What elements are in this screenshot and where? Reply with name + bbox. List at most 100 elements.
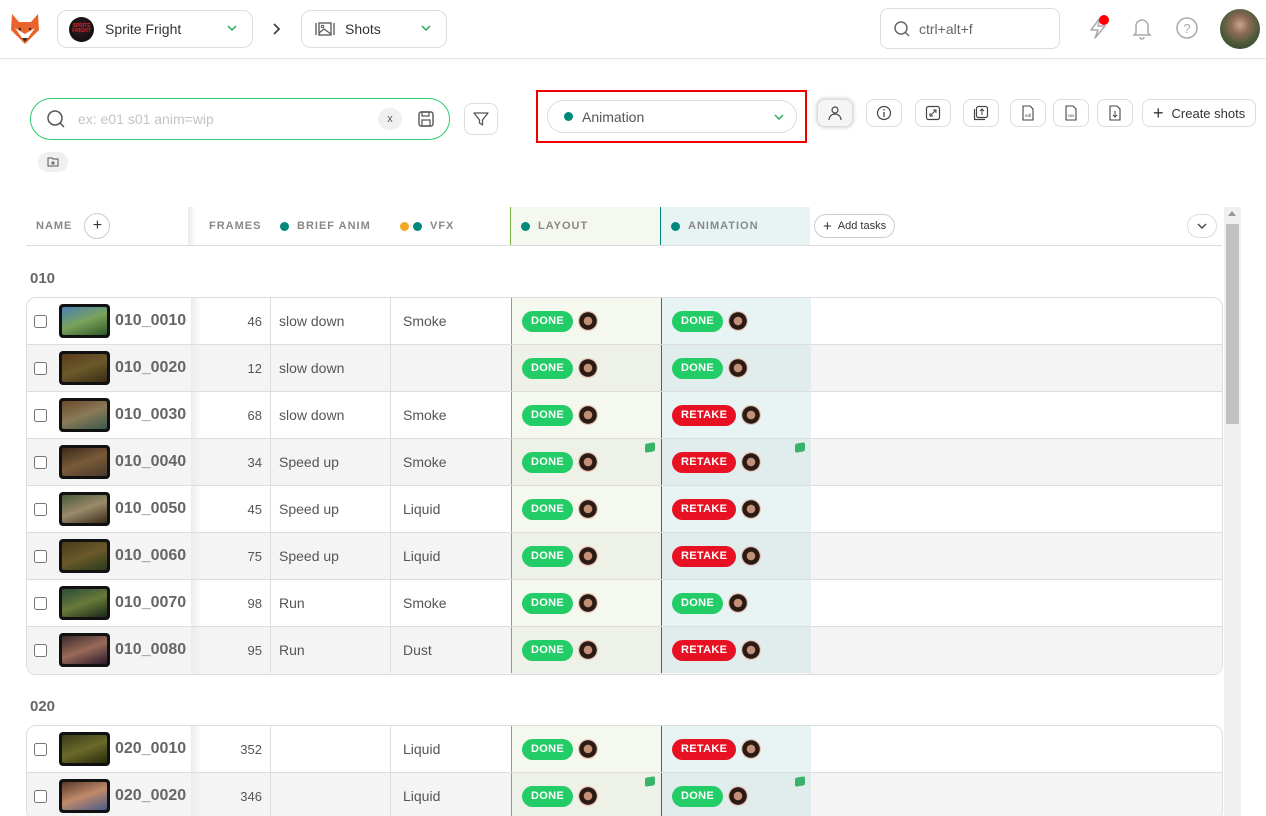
- shot-thumbnail[interactable]: [59, 492, 110, 526]
- shot-thumbnail[interactable]: [59, 398, 110, 432]
- status-badge[interactable]: DONE: [672, 592, 723, 614]
- brief-anim-cell[interactable]: slow down: [271, 345, 391, 391]
- task-type-selector[interactable]: Animation: [547, 100, 797, 133]
- vfx-cell[interactable]: Smoke: [391, 580, 511, 626]
- row-checkbox[interactable]: [34, 455, 47, 469]
- status-badge[interactable]: DONE: [522, 545, 573, 567]
- status-badge[interactable]: DONE: [672, 785, 723, 807]
- status-badge[interactable]: DONE: [522, 357, 573, 379]
- create-shots-button[interactable]: + Create shots: [1142, 99, 1256, 127]
- shot-name[interactable]: 010_0060: [115, 533, 186, 579]
- animation-task-cell[interactable]: RETAKE: [661, 392, 811, 438]
- frames-cell[interactable]: 75: [191, 533, 271, 579]
- table-row[interactable]: 010_0050 45 Speed up Liquid DONE RETAKE: [27, 486, 1222, 533]
- layout-task-cell[interactable]: DONE: [511, 439, 661, 485]
- column-layout[interactable]: LAYOUT: [510, 207, 660, 245]
- layout-task-cell[interactable]: DONE: [511, 773, 661, 816]
- table-row[interactable]: 010_0060 75 Speed up Liquid DONE RETAKE: [27, 533, 1222, 580]
- add-metadata-column-button[interactable]: +: [84, 213, 111, 239]
- brief-anim-cell[interactable]: [271, 726, 391, 772]
- export-button[interactable]: [1097, 99, 1133, 127]
- brief-anim-cell[interactable]: slow down: [271, 392, 391, 438]
- shot-name[interactable]: 010_0010: [115, 298, 186, 344]
- animation-task-cell[interactable]: DONE: [661, 298, 811, 344]
- vfx-cell[interactable]: Smoke: [391, 298, 511, 344]
- collapse-columns-button[interactable]: [1187, 214, 1217, 238]
- bell-icon[interactable]: [1129, 15, 1155, 41]
- layout-task-cell[interactable]: DONE: [511, 627, 661, 673]
- help-icon[interactable]: ?: [1174, 15, 1200, 41]
- status-badge[interactable]: DONE: [522, 451, 573, 473]
- shot-thumbnail[interactable]: [59, 351, 110, 385]
- row-checkbox[interactable]: [34, 502, 47, 516]
- shot-name[interactable]: 010_0020: [115, 345, 186, 391]
- animation-task-cell[interactable]: RETAKE: [661, 533, 811, 579]
- status-badge[interactable]: RETAKE: [672, 639, 737, 661]
- status-badge[interactable]: RETAKE: [672, 738, 737, 760]
- add-search-folder-button[interactable]: [38, 152, 68, 172]
- status-badge[interactable]: DONE: [672, 357, 723, 379]
- column-frames[interactable]: FRAMES: [209, 207, 261, 245]
- shot-name[interactable]: 010_0050: [115, 486, 186, 532]
- vfx-cell[interactable]: Smoke: [391, 392, 511, 438]
- row-checkbox[interactable]: [34, 596, 47, 610]
- status-badge[interactable]: DONE: [522, 310, 573, 332]
- shot-search-input[interactable]: [78, 111, 368, 127]
- brief-anim-cell[interactable]: Run: [271, 627, 391, 673]
- shot-thumbnail[interactable]: [59, 586, 110, 620]
- shot-name[interactable]: 020_0010: [115, 726, 186, 772]
- status-badge[interactable]: DONE: [522, 785, 573, 807]
- status-badge[interactable]: DONE: [522, 738, 573, 760]
- column-vfx[interactable]: VFX: [400, 207, 454, 245]
- frames-cell[interactable]: 12: [191, 345, 271, 391]
- column-brief-anim[interactable]: BRIEF ANIM: [280, 207, 371, 245]
- table-row[interactable]: 010_0010 46 slow down Smoke DONE DONE: [27, 298, 1222, 345]
- table-row[interactable]: 010_0030 68 slow down Smoke DONE RETAKE: [27, 392, 1222, 439]
- section-selector[interactable]: Shots: [301, 10, 447, 48]
- status-badge[interactable]: DONE: [672, 310, 723, 332]
- layout-task-cell[interactable]: DONE: [511, 726, 661, 772]
- row-checkbox[interactable]: [34, 789, 47, 803]
- layout-task-cell[interactable]: DONE: [511, 298, 661, 344]
- shot-thumbnail[interactable]: [59, 779, 110, 813]
- status-badge[interactable]: DONE: [522, 592, 573, 614]
- shot-name[interactable]: 010_0030: [115, 392, 186, 438]
- vertical-scrollbar[interactable]: [1224, 207, 1241, 816]
- animation-task-cell[interactable]: DONE: [661, 345, 811, 391]
- global-search-input[interactable]: [919, 20, 1049, 37]
- vfx-cell[interactable]: [391, 345, 511, 391]
- frames-cell[interactable]: 98: [191, 580, 271, 626]
- vfx-cell[interactable]: Liquid: [391, 533, 511, 579]
- filter-button[interactable]: [464, 103, 498, 135]
- brief-anim-cell[interactable]: slow down: [271, 298, 391, 344]
- layout-task-cell[interactable]: DONE: [511, 345, 661, 391]
- assignment-view-button[interactable]: [817, 99, 853, 127]
- vfx-cell[interactable]: Liquid: [391, 726, 511, 772]
- column-animation[interactable]: ANIMATION: [660, 207, 810, 245]
- animation-task-cell[interactable]: RETAKE: [661, 726, 811, 772]
- scrollbar-thumb[interactable]: [1226, 224, 1239, 424]
- user-avatar[interactable]: [1220, 9, 1260, 49]
- table-row[interactable]: 020_0020 346 Liquid DONE DONE: [27, 773, 1222, 816]
- import-thumbnails-button[interactable]: [963, 99, 999, 127]
- vfx-cell[interactable]: Liquid: [391, 773, 511, 816]
- add-tasks-button[interactable]: + Add tasks: [814, 214, 896, 238]
- row-checkbox[interactable]: [34, 361, 47, 375]
- brief-anim-cell[interactable]: Run: [271, 580, 391, 626]
- brief-anim-cell[interactable]: Speed up: [271, 533, 391, 579]
- status-badge[interactable]: RETAKE: [672, 404, 737, 426]
- production-selector[interactable]: SPRITE FRIGHT Sprite Fright: [57, 10, 253, 48]
- status-badge[interactable]: DONE: [522, 498, 573, 520]
- table-row[interactable]: 010_0080 95 Run Dust DONE RETAKE: [27, 627, 1222, 674]
- layout-task-cell[interactable]: DONE: [511, 533, 661, 579]
- vfx-cell[interactable]: Liquid: [391, 486, 511, 532]
- info-button[interactable]: [866, 99, 902, 127]
- frames-cell[interactable]: 45: [191, 486, 271, 532]
- layout-task-cell[interactable]: DONE: [511, 486, 661, 532]
- global-search[interactable]: [880, 8, 1060, 49]
- expand-button[interactable]: [915, 99, 951, 127]
- import-csv-button[interactable]: csv: [1053, 99, 1089, 127]
- shot-name[interactable]: 010_0040: [115, 439, 186, 485]
- table-row[interactable]: 020_0010 352 Liquid DONE RETAKE: [27, 726, 1222, 773]
- frames-cell[interactable]: 34: [191, 439, 271, 485]
